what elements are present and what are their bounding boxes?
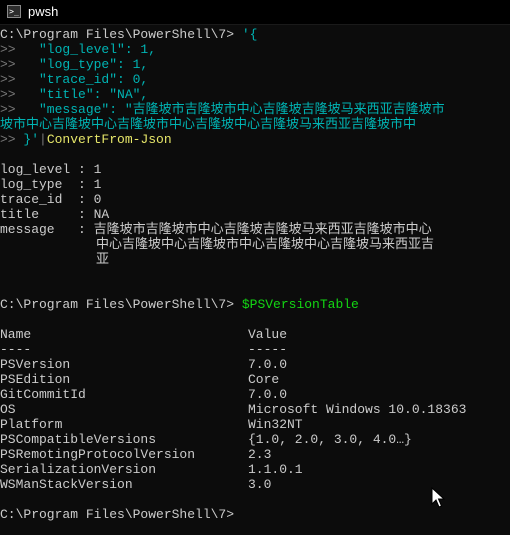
continuation-prefix: >> xyxy=(0,102,24,117)
output-property: log_type : 1 xyxy=(0,177,101,192)
continuation-line: >> "log_type": 1, xyxy=(0,57,148,72)
output-property: trace_id : 0 xyxy=(0,192,101,207)
continuation-line: >> "message": "吉隆坡市吉隆坡市中心吉隆坡吉隆坡马来西亚吉隆坡市 xyxy=(0,102,445,117)
row-value: 7.0.0 xyxy=(248,357,288,372)
continuation-prefix: >> xyxy=(0,42,24,57)
continuation-wrap: 坡市中心吉隆坡中心吉隆坡市中心吉隆坡中心吉隆坡马来西亚吉隆坡市中 xyxy=(0,117,417,132)
continuation-line: >> "title": "NA", xyxy=(0,87,148,102)
row-value: 7.0.0 xyxy=(248,387,288,402)
continuation-text: "log_type": 1, xyxy=(23,57,149,72)
property-value: 吉隆坡市吉隆坡市中心吉隆坡吉隆坡马来西亚吉隆坡市中心 xyxy=(93,222,432,237)
variable-name: $PSVersionTable xyxy=(241,297,359,312)
property-key: title : xyxy=(0,207,94,222)
table-row: GitCommitId 7.0.0 xyxy=(0,387,287,402)
row-value: Core xyxy=(248,372,280,387)
prompt-arg: '{ xyxy=(241,27,258,42)
table-header: Name Value xyxy=(0,327,287,342)
row-name: PSEdition xyxy=(0,372,71,387)
continuation-text: "message": "吉隆坡市吉隆坡市中心吉隆坡吉隆坡马来西亚吉隆坡市 xyxy=(23,102,445,117)
property-key: log_type : xyxy=(0,177,94,192)
row-value: Win32NT xyxy=(248,417,303,432)
column-header-name: Name xyxy=(0,327,32,342)
separator-value: ----- xyxy=(248,342,288,357)
row-name: PSVersion xyxy=(0,357,71,372)
row-value: {1.0, 2.0, 3.0, 4.0…} xyxy=(248,432,412,447)
prompt-path: C:\Program Files\PowerShell\7> xyxy=(0,297,242,312)
property-value: 0 xyxy=(93,192,102,207)
property-key: log_level : xyxy=(0,162,94,177)
cmdlet-name: ConvertFrom-Json xyxy=(46,132,172,147)
mouse-pointer-icon xyxy=(431,487,445,508)
table-row: OS Microsoft Windows 10.0.18363 xyxy=(0,402,466,417)
terminal-window: >_ pwsh C:\Program Files\PowerShell\7> '… xyxy=(0,0,510,535)
continuation-line: >> }'|ConvertFrom-Json xyxy=(0,132,172,147)
row-name: PSCompatibleVersions xyxy=(0,432,157,447)
row-name: WSManStackVersion xyxy=(0,477,133,492)
prompt-path: C:\Program Files\PowerShell\7> xyxy=(0,27,242,42)
table-row: WSManStackVersion 3.0 xyxy=(0,477,271,492)
property-value: 1 xyxy=(93,162,102,177)
message-wrap: 中心吉隆坡中心吉隆坡市中心吉隆坡中心吉隆坡马来西亚吉 xyxy=(96,237,435,252)
table-row: PSRemotingProtocolVersion 2.3 xyxy=(0,447,271,462)
string-close: }' xyxy=(23,132,40,147)
row-name: PSRemotingProtocolVersion xyxy=(0,447,196,462)
row-name: SerializationVersion xyxy=(0,462,157,477)
continuation-prefix: >> xyxy=(0,87,24,102)
continuation-prefix: >> xyxy=(0,72,24,87)
continuation-text: "log_level": 1, xyxy=(23,42,157,57)
row-name: GitCommitId xyxy=(0,387,86,402)
property-key: trace_id : xyxy=(0,192,94,207)
separator-name: ---- xyxy=(0,342,32,357)
table-row: Platform Win32NT xyxy=(0,417,303,432)
window-title: pwsh xyxy=(28,4,59,19)
continuation-text: "title": "NA", xyxy=(23,87,149,102)
output-property: title : NA xyxy=(0,207,109,222)
table-separator: ---- ----- xyxy=(0,342,287,357)
prompt-line: C:\Program Files\PowerShell\7> $PSVersio… xyxy=(0,297,359,312)
console-output[interactable]: C:\Program Files\PowerShell\7> '{ >> "lo… xyxy=(0,27,510,535)
prompt-line: C:\Program Files\PowerShell\7> xyxy=(0,507,235,522)
continuation-prefix: >> xyxy=(0,132,24,147)
message-wrap: 亚 xyxy=(96,252,110,267)
row-value: 3.0 xyxy=(248,477,272,492)
row-name: Platform xyxy=(0,417,63,432)
table-row: PSEdition Core xyxy=(0,372,279,387)
row-name: OS xyxy=(0,402,16,417)
powershell-icon: >_ xyxy=(7,5,21,18)
prompt-line: C:\Program Files\PowerShell\7> '{ xyxy=(0,27,257,42)
continuation-line: >> "trace_id": 0, xyxy=(0,72,148,87)
column-header-value: Value xyxy=(248,327,288,342)
output-property: log_level : 1 xyxy=(0,162,101,177)
pipe-operator: | xyxy=(39,132,47,147)
title-bar[interactable]: >_ pwsh xyxy=(0,0,510,25)
property-value: NA xyxy=(93,207,110,222)
row-value: 2.3 xyxy=(248,447,272,462)
output-property: message : 吉隆坡市吉隆坡市中心吉隆坡吉隆坡马来西亚吉隆坡市中心 xyxy=(0,222,432,237)
continuation-line: >> "log_level": 1, xyxy=(0,42,156,57)
row-value: 1.1.0.1 xyxy=(248,462,303,477)
row-value: Microsoft Windows 10.0.18363 xyxy=(248,402,467,417)
property-key: message : xyxy=(0,222,94,237)
property-value: 1 xyxy=(93,177,102,192)
continuation-prefix: >> xyxy=(0,57,24,72)
table-row: PSVersion 7.0.0 xyxy=(0,357,287,372)
continuation-text: "trace_id": 0, xyxy=(23,72,149,87)
table-row: PSCompatibleVersions {1.0, 2.0, 3.0, 4.0…… xyxy=(0,432,412,447)
table-row: SerializationVersion 1.1.0.1 xyxy=(0,462,303,477)
